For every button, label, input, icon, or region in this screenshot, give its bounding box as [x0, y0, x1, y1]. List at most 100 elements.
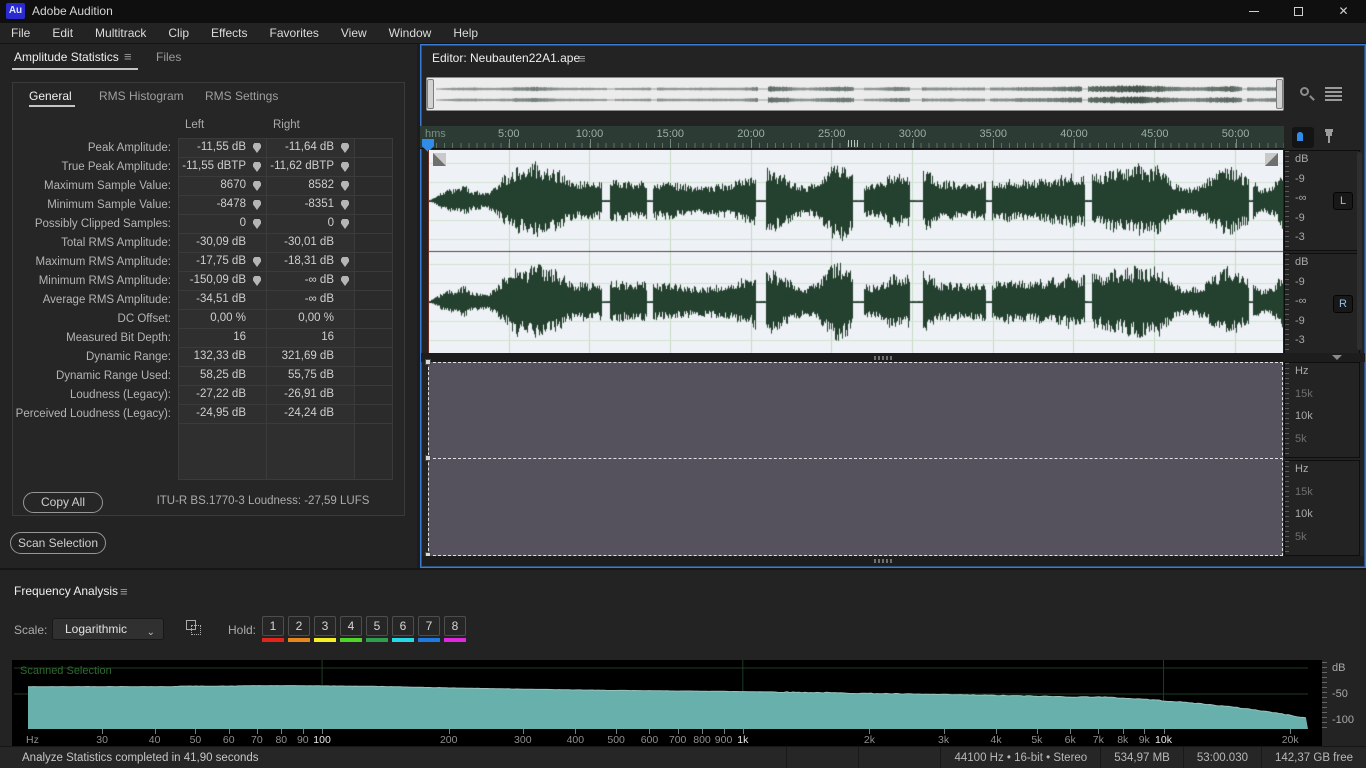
status-cell	[786, 746, 858, 768]
menu-favorites[interactable]: Favorites	[259, 23, 330, 43]
pin-icon[interactable]	[341, 200, 349, 210]
menu-window[interactable]: Window	[378, 23, 443, 43]
pin-icon[interactable]	[341, 276, 349, 286]
scale-tick-marks	[1285, 151, 1289, 250]
fade-in-handle[interactable]	[433, 153, 446, 166]
pin-icon[interactable]	[253, 200, 261, 210]
hold-button-5[interactable]: 5	[366, 616, 388, 636]
stat-value-left: 8670	[178, 176, 267, 196]
vertical-scrollbar[interactable]	[1357, 152, 1362, 350]
tab-editor-file[interactable]: Editor: Neubauten22A1.ape	[432, 51, 580, 65]
scale-dropdown[interactable]: Logarithmic ⌄	[52, 618, 164, 640]
copy-all-button[interactable]: Copy All	[23, 492, 103, 513]
db-scale-label: -3	[1295, 231, 1305, 243]
channel-button-r[interactable]: R	[1333, 295, 1353, 313]
pin-icon[interactable]	[341, 143, 349, 153]
stat-value-left: -8478	[178, 195, 267, 215]
display-divider[interactable]	[421, 353, 1365, 362]
stat-value-left: -11,55 dB	[178, 138, 267, 158]
timeline-major-tick	[1235, 139, 1237, 148]
x-tick-label: 70	[251, 734, 263, 746]
scan-selection-button[interactable]: Scan Selection	[10, 532, 106, 554]
pin-icon[interactable]	[253, 181, 261, 191]
minimize-button[interactable]	[1231, 0, 1276, 23]
pin-icon[interactable]	[253, 143, 261, 153]
menu-file[interactable]: File	[0, 23, 41, 43]
stat-value-right: -18,31 dB	[266, 252, 355, 272]
snap-toggle-button[interactable]	[1292, 127, 1314, 148]
db-scale-label: -9	[1295, 275, 1305, 288]
table-row: Measured Bit Depth: 16 16	[14, 328, 394, 348]
pin-icon[interactable]	[341, 181, 349, 191]
divider-grip[interactable]	[874, 559, 892, 563]
hold-slot-6: 6	[392, 616, 414, 642]
pin-icon[interactable]	[341, 162, 349, 172]
waveform-display[interactable]	[428, 150, 1283, 353]
menu-view[interactable]: View	[330, 23, 378, 43]
hold-color-swatch	[392, 638, 414, 642]
stat-cell-spacer	[354, 157, 393, 177]
menu-effects[interactable]: Effects	[200, 23, 258, 43]
stat-value-right: 55,75 dB	[266, 366, 355, 386]
timeline-ruler[interactable]: hms 5:00 10:00 15:00 20:00 25:00 30:00 35:00 40…	[420, 126, 1284, 152]
fade-out-handle[interactable]	[1265, 153, 1278, 166]
selection-handle[interactable]	[425, 359, 431, 365]
copy-graph-icon[interactable]	[186, 620, 202, 636]
panel-menu-icon[interactable]: ≡	[124, 49, 132, 64]
stat-label: Peak Amplitude:	[87, 142, 171, 154]
pin-icon[interactable]	[253, 162, 261, 172]
stat-value-text: 0,00 %	[210, 312, 246, 324]
tab-general[interactable]: General	[29, 89, 72, 103]
marker-pin-icon[interactable]	[1324, 129, 1334, 145]
menu-clip[interactable]: Clip	[157, 23, 200, 43]
overview-navigator[interactable]	[426, 77, 1284, 111]
hold-button-8[interactable]: 8	[444, 616, 466, 636]
scrub-handle-icon[interactable]	[848, 140, 859, 147]
hold-button-3[interactable]: 3	[314, 616, 336, 636]
pin-icon[interactable]	[253, 276, 261, 286]
tab-rms-settings[interactable]: RMS Settings	[205, 89, 278, 103]
tab-files[interactable]: Files	[156, 50, 181, 64]
hold-button-1[interactable]: 1	[262, 616, 284, 636]
tab-frequency-analysis[interactable]: Frequency Analysis	[14, 584, 118, 598]
table-row: Maximum Sample Value: 8670 8582	[14, 176, 394, 196]
panel-menu-icon[interactable]: ≡	[120, 584, 128, 599]
pin-icon[interactable]	[253, 257, 261, 267]
zoom-navigate-icon[interactable]	[1298, 86, 1315, 103]
stat-value-text: 321,69 dB	[281, 350, 334, 362]
x-tick-label: 200	[439, 734, 458, 746]
divider-grip[interactable]	[874, 356, 892, 360]
stat-value-left: -150,09 dB	[178, 271, 267, 291]
hold-slot-7: 7	[418, 616, 440, 642]
display-list-icon[interactable]	[1325, 87, 1342, 101]
spectral-selection-border[interactable]	[428, 362, 1283, 556]
menu-help[interactable]: Help	[442, 23, 489, 43]
selection-handle[interactable]	[425, 455, 431, 461]
hold-button-4[interactable]: 4	[340, 616, 362, 636]
stat-label: Measured Bit Depth:	[66, 332, 171, 344]
collapse-arrow-icon[interactable]	[1332, 355, 1342, 360]
overview-right-handle[interactable]	[1276, 79, 1283, 109]
tab-amplitude-statistics[interactable]: Amplitude Statistics	[14, 50, 119, 64]
status-cell: 53:00.030	[1182, 746, 1261, 768]
hz-scale-block: Hz 15k 10k 5k	[1284, 362, 1360, 458]
hold-button-2[interactable]: 2	[288, 616, 310, 636]
status-cell: 142,37 GB free	[1261, 746, 1366, 768]
menu-edit[interactable]: Edit	[41, 23, 84, 43]
channel-button-l[interactable]: L	[1333, 192, 1353, 210]
overview-left-handle[interactable]	[427, 79, 434, 109]
pin-icon[interactable]	[341, 257, 349, 267]
pin-icon[interactable]	[253, 219, 261, 229]
window-title: Adobe Audition	[32, 4, 113, 18]
tab-rms-histogram[interactable]: RMS Histogram	[99, 89, 184, 103]
maximize-button[interactable]	[1276, 0, 1321, 23]
close-button[interactable]: ✕	[1321, 0, 1366, 23]
panel-menu-icon[interactable]: ≡	[578, 51, 586, 66]
chart-title: Scanned Selection	[20, 665, 112, 677]
x-tick-label: 80	[275, 734, 288, 746]
stat-value-text: -∞ dB	[304, 274, 334, 286]
pin-icon[interactable]	[341, 219, 349, 229]
hold-button-7[interactable]: 7	[418, 616, 440, 636]
menu-multitrack[interactable]: Multitrack	[84, 23, 157, 43]
hold-button-6[interactable]: 6	[392, 616, 414, 636]
